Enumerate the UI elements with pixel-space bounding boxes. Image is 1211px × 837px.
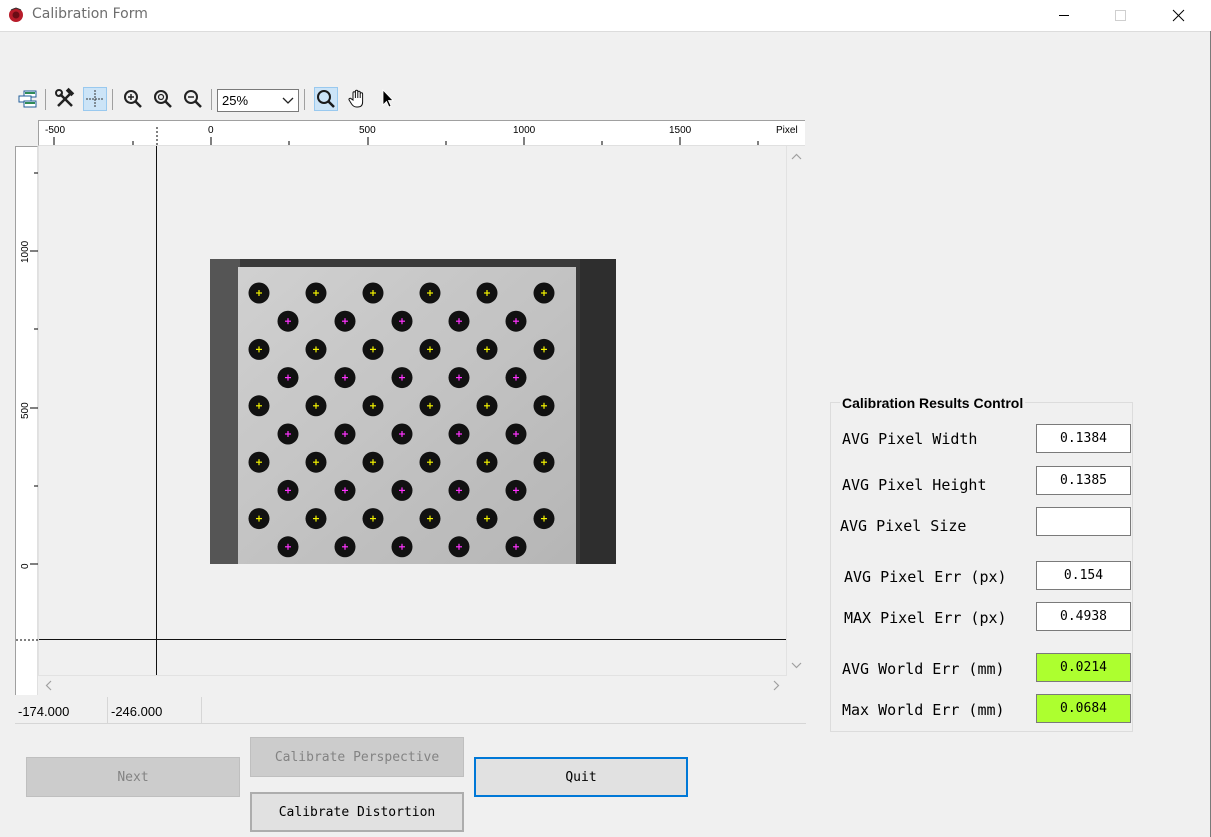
- avg-pixel-err-label: AVG Pixel Err (px): [844, 568, 1007, 586]
- avg-pixel-size-field[interactable]: [1036, 507, 1131, 536]
- group-title: Calibration Results Control: [840, 395, 1026, 411]
- vertical-scrollbar[interactable]: [787, 146, 806, 676]
- toolbar-separator: [304, 89, 305, 110]
- pan-button[interactable]: [346, 87, 370, 111]
- quit-button[interactable]: Quit: [474, 757, 688, 797]
- close-button[interactable]: [1155, 0, 1201, 31]
- ruler-label: 1000: [20, 240, 31, 263]
- status-bar: -174.000 -246.000: [15, 697, 806, 724]
- zoom-fit-button[interactable]: [151, 87, 175, 111]
- tools-button[interactable]: [53, 87, 77, 111]
- zoom-in-icon: [124, 90, 142, 108]
- max-pixel-err-field[interactable]: 0.4938: [1036, 602, 1131, 631]
- scroll-up-icon[interactable]: [787, 148, 806, 167]
- vertical-ruler: 1000 500 0: [15, 146, 38, 695]
- zoom-level-value: 25%: [222, 93, 249, 108]
- ruler-unit-label: Pixel: [776, 125, 798, 136]
- minimize-button[interactable]: [1041, 0, 1087, 31]
- image-canvas[interactable]: [38, 146, 787, 676]
- horizontal-ruler: -500 0 500 1000 1500 Pixel: [38, 120, 805, 147]
- next-button[interactable]: Next: [26, 757, 240, 797]
- ruler-label: 1500: [669, 125, 692, 136]
- ruler-label: -500: [45, 125, 66, 136]
- pan-hand-icon: [348, 89, 364, 108]
- ruler-label: 0: [20, 563, 31, 569]
- pointer-icon: [382, 89, 394, 108]
- zoom-tool-button[interactable]: [314, 87, 338, 111]
- maximize-button[interactable]: [1097, 0, 1143, 31]
- scroll-right-icon[interactable]: [766, 676, 785, 695]
- title-separator: [0, 31, 1211, 32]
- calibrate-perspective-button[interactable]: Calibrate Perspective: [250, 737, 464, 777]
- scroll-left-icon[interactable]: [40, 676, 59, 695]
- crosshair-horizontal-line: [39, 639, 786, 640]
- avg-pixel-height-field[interactable]: 0.1385: [1036, 466, 1131, 495]
- ruler-label: 1000: [513, 125, 536, 136]
- close-icon: [1172, 9, 1185, 22]
- layers-button[interactable]: [16, 87, 40, 111]
- max-world-err-field[interactable]: 0.0684: [1036, 694, 1131, 723]
- status-x-coordinate: -174.000: [15, 697, 108, 724]
- avg-world-err-label: AVG World Err (mm): [842, 660, 1005, 678]
- calibration-results-group: Calibration Results Control AVG Pixel Wi…: [830, 395, 1133, 732]
- zoom-out-button[interactable]: [181, 87, 205, 111]
- avg-pixel-width-label: AVG Pixel Width: [842, 430, 978, 448]
- avg-world-err-field[interactable]: 0.0214: [1036, 653, 1131, 682]
- image-viewer: -500 0 500 1000 1500 Pixel 1000 500 0: [15, 120, 806, 696]
- max-pixel-err-label: MAX Pixel Err (px): [844, 609, 1007, 627]
- ruler-label: 500: [359, 125, 376, 136]
- zoom-level-select[interactable]: 25%: [217, 89, 299, 112]
- calibration-target-image: [210, 259, 616, 564]
- avg-pixel-height-label: AVG Pixel Height: [842, 476, 987, 494]
- crosshair-button[interactable]: [83, 87, 107, 111]
- chevron-down-icon: [282, 97, 294, 104]
- image-toolbar: 25%: [16, 86, 416, 114]
- ruler-ticks: [16, 172, 38, 641]
- ruler-label: 0: [208, 125, 214, 136]
- toolbar-separator: [45, 89, 46, 110]
- crosshair-vertical-line: [156, 146, 157, 675]
- crosshair-icon: [86, 90, 104, 108]
- max-world-err-label: Max World Err (mm): [842, 701, 1005, 719]
- status-y-coordinate: -246.000: [108, 697, 202, 724]
- calibrate-distortion-button[interactable]: Calibrate Distortion: [250, 792, 464, 832]
- toolbar-separator: [211, 89, 212, 110]
- layers-icon: [18, 90, 37, 108]
- avg-pixel-width-field[interactable]: 0.1384: [1036, 424, 1131, 453]
- zoom-in-button[interactable]: [121, 87, 145, 111]
- title-bar: Calibration Form: [0, 0, 1211, 31]
- horizontal-scrollbar[interactable]: [38, 676, 787, 695]
- app-icon: [9, 7, 23, 22]
- avg-pixel-err-field[interactable]: 0.154: [1036, 561, 1131, 590]
- scroll-down-icon[interactable]: [787, 656, 806, 675]
- ruler-label: 500: [20, 402, 31, 419]
- avg-pixel-size-label: AVG Pixel Size: [840, 517, 967, 535]
- zoom-fit-icon: [154, 90, 172, 108]
- pointer-button[interactable]: [376, 87, 400, 111]
- window-title: Calibration Form: [32, 6, 148, 22]
- minimize-icon: [1059, 15, 1069, 16]
- zoom-out-icon: [184, 90, 202, 108]
- toolbar-separator: [112, 89, 113, 110]
- status-divider: [15, 723, 806, 724]
- tools-icon: [55, 87, 75, 107]
- maximize-icon: [1115, 10, 1126, 21]
- zoom-tool-icon: [317, 90, 335, 108]
